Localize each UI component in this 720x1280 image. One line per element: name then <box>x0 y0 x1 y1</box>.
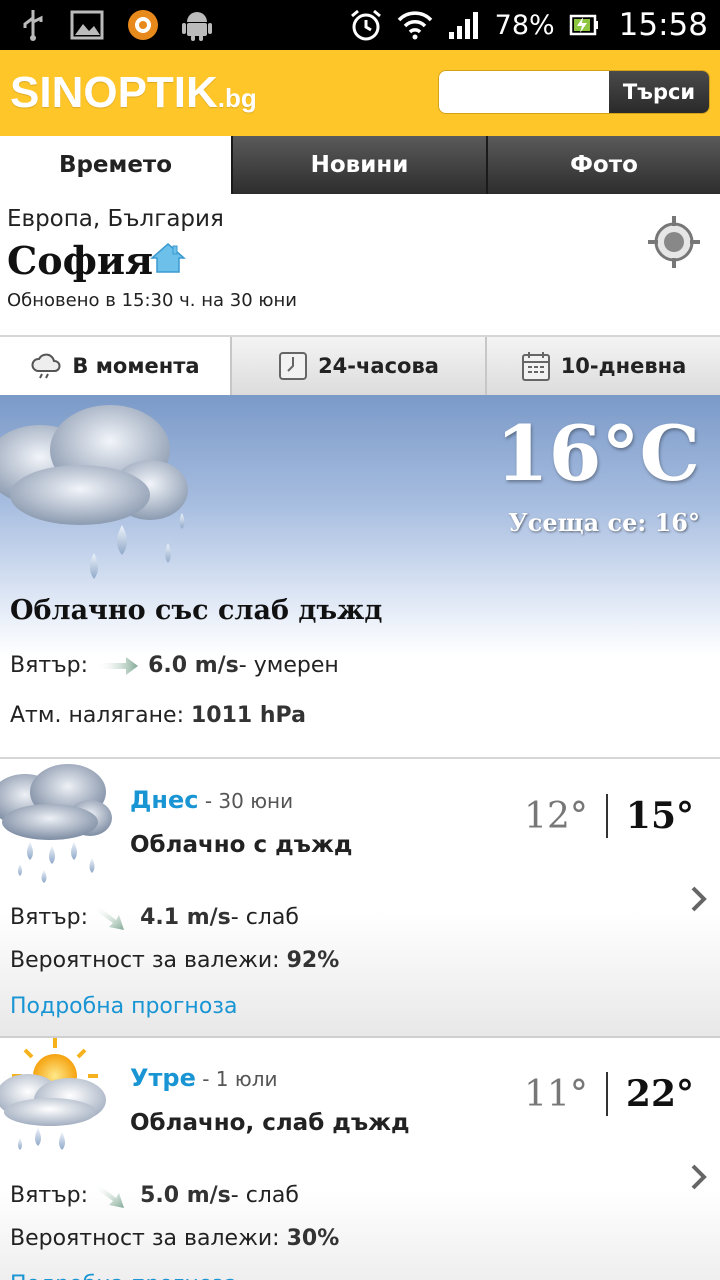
main-nav: Времето Новини Фото <box>0 136 720 194</box>
wind-strength: - слаб <box>230 904 299 930</box>
precip-label: Вероятност за валежи: <box>10 1226 287 1251</box>
tab-photo[interactable]: Фото <box>486 136 720 194</box>
forecast-precipitation: Вероятност за валежи: 92% <box>10 948 339 973</box>
battery-icon <box>569 14 598 36</box>
wind-label: Вятър: <box>10 653 89 678</box>
avast-icon <box>128 10 158 40</box>
signal-icon <box>448 12 478 39</box>
forecast-day: Днес - 30 юни <box>130 786 293 814</box>
search-box: Търси <box>438 70 710 114</box>
tab-news[interactable]: Новини <box>231 136 486 194</box>
battery-percent: 78% <box>494 9 555 41</box>
current-conditions: 16°C Усеща се: 16° Облачно със слаб дъжд… <box>0 395 720 759</box>
chevron-right-icon[interactable] <box>688 884 710 914</box>
forecast-wind: Вятър: 5.0 m/s - слаб <box>10 1178 299 1212</box>
current-temperature: 16°C <box>495 409 700 498</box>
clock-icon <box>279 352 308 380</box>
wind-speed: 5.0 m/s <box>140 1182 231 1208</box>
detailed-forecast-link[interactable]: Подробна прогноза <box>10 1272 237 1280</box>
tab-24h-label: 24-часова <box>318 354 439 378</box>
forecast-description: Облачно с дъжд <box>130 832 353 858</box>
forecast-temperatures: 11° 22° <box>524 1072 694 1116</box>
system-status: 78% 15:58 <box>349 0 708 50</box>
current-pressure: Атм. налягане: 1011 hPa <box>10 703 306 728</box>
tab-weather[interactable]: Времето <box>0 136 231 194</box>
search-button[interactable]: Търси <box>609 71 709 113</box>
usb-icon <box>23 10 43 41</box>
wind-speed: 4.1 m/s <box>140 904 231 930</box>
home-icon[interactable] <box>150 242 186 274</box>
tab-now[interactable]: В момента <box>0 337 230 395</box>
forecast-card-tomorrow[interactable]: Утре - 1 юли Облачно, слаб дъжд 11° 22° … <box>0 1038 720 1280</box>
forecast-tabs: В момента 24-часова 10-дневна <box>0 337 720 395</box>
logo-main-text: SINOPTIK <box>10 68 218 117</box>
current-description: Облачно със слаб дъжд <box>10 595 383 626</box>
forecast-max-temp: 15° <box>625 795 694 837</box>
app-header: SINOPTIK.bg Търси <box>0 50 720 136</box>
cloud-rain-icon <box>31 353 61 379</box>
forecast-card-today[interactable]: Днес - 30 юни Облачно с дъжд 12° 15° Вят… <box>0 760 720 1038</box>
chevron-right-icon[interactable] <box>688 1162 710 1192</box>
wind-label: Вятър: <box>10 904 89 930</box>
forecast-date: - 1 юли <box>195 1067 278 1091</box>
android-icon <box>182 12 212 41</box>
forecast-description: Облачно, слаб дъжд <box>130 1110 410 1136</box>
feels-like: Усеща се: 16° <box>508 508 700 537</box>
tab-24h[interactable]: 24-часова <box>230 337 485 395</box>
app-root: 78% 15:58 SINOPTIK.bg Търси Времето Нови… <box>0 0 720 1280</box>
notification-icons <box>18 8 212 42</box>
wind-strength: - слаб <box>230 1182 299 1208</box>
alarm-icon <box>350 9 381 41</box>
wifi-icon <box>397 11 432 40</box>
gps-locate-icon[interactable] <box>646 214 702 270</box>
logo-suffix-text: .bg <box>217 83 257 113</box>
wind-speed: 6.0 m/s <box>148 653 239 678</box>
wind-direction-arrow-icon <box>95 1184 125 1208</box>
status-bar: 78% 15:58 <box>0 0 720 50</box>
forecast-max-temp: 22° <box>625 1073 694 1115</box>
precip-value: 30% <box>286 1226 340 1251</box>
wind-direction-arrow-icon <box>96 656 139 675</box>
calendar-icon <box>521 352 550 381</box>
forecast-day: Утре - 1 юли <box>130 1064 278 1092</box>
rain-cloud-icon <box>0 764 112 883</box>
wind-strength: - умерен <box>238 653 339 678</box>
pressure-value: 1011 hPa <box>190 703 306 728</box>
detailed-forecast-link[interactable]: Подробна прогноза <box>10 994 237 1019</box>
tab-now-label: В момента <box>72 354 200 378</box>
precip-value: 92% <box>286 948 340 973</box>
location-panel: Европа, България София Обновено в 15:30 … <box>0 194 720 337</box>
forecast-day-name: Утре <box>130 1064 196 1092</box>
search-input[interactable] <box>439 71 609 113</box>
rain-cloud-icon <box>0 405 188 579</box>
sinoptik-logo[interactable]: SINOPTIK.bg <box>10 68 257 118</box>
wind-label: Вятър: <box>10 1182 89 1208</box>
forecast-min-temp: 12° <box>524 795 588 837</box>
current-wind: Вятър: 6.0 m/s - умерен <box>10 653 339 678</box>
tab-10day-label: 10-дневна <box>560 354 687 378</box>
pressure-label: Атм. налягане: <box>10 703 191 728</box>
forecast-wind: Вятър: 4.1 m/s - слаб <box>10 900 299 934</box>
temp-separator <box>605 1072 608 1116</box>
precip-label: Вероятност за валежи: <box>10 948 287 973</box>
forecast-precipitation: Вероятност за валежи: 30% <box>10 1226 339 1251</box>
image-icon <box>70 10 104 40</box>
forecast-temperatures: 12° 15° <box>524 794 694 838</box>
sun-cloud-rain-icon <box>0 1038 106 1150</box>
location-city: София <box>7 238 154 283</box>
forecast-day-name: Днес <box>130 786 199 814</box>
forecast-min-temp: 11° <box>524 1073 588 1115</box>
forecast-date: - 30 юни <box>198 789 294 813</box>
tab-10day[interactable]: 10-дневна <box>485 337 720 395</box>
location-region: Европа, България <box>7 206 224 232</box>
temp-separator <box>605 794 608 838</box>
clock: 15:58 <box>618 7 708 43</box>
last-updated: Обновено в 15:30 ч. на 30 юни <box>7 290 298 311</box>
wind-direction-arrow-icon <box>95 906 125 930</box>
